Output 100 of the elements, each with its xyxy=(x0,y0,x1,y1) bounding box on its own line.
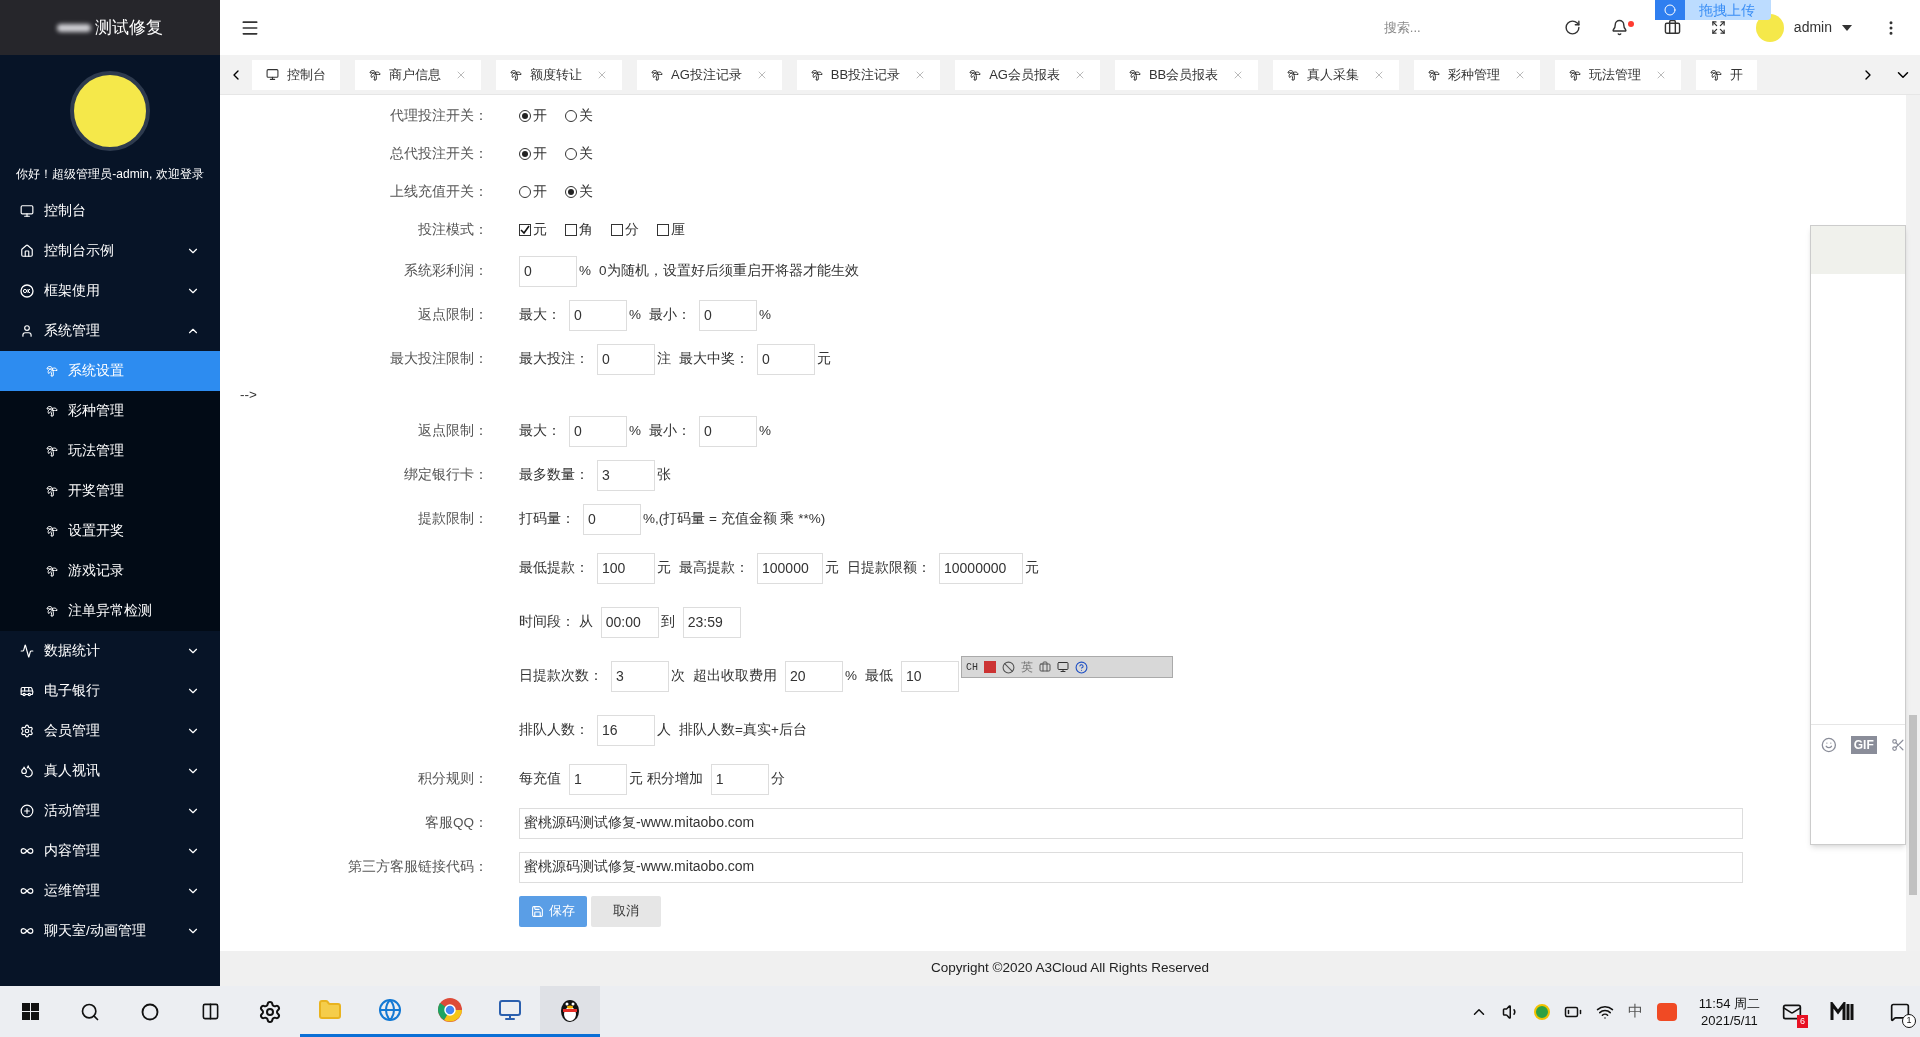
palm-icon xyxy=(1287,68,1300,81)
tab[interactable]: 玩法管理 xyxy=(1555,59,1682,90)
radio-option[interactable]: 开 xyxy=(519,181,547,203)
sogou-icon[interactable] xyxy=(1656,1002,1677,1021)
sidebar-item[interactable]: 聊天室/动画管理 xyxy=(0,911,220,951)
ime-indicator[interactable]: 中 xyxy=(1627,1000,1643,1023)
submenu-item[interactable]: 设置开奖 xyxy=(0,511,220,551)
submenu-item[interactable]: 开奖管理 xyxy=(0,471,220,511)
m-logo-icon[interactable] xyxy=(1830,1001,1856,1022)
radio-option[interactable]: 开 xyxy=(519,143,547,165)
input-field[interactable]: 3 xyxy=(611,660,669,692)
input-field[interactable]: 0 xyxy=(699,415,757,447)
notification-bell[interactable] xyxy=(1610,19,1634,36)
input-field[interactable]: 0 xyxy=(569,415,627,447)
radio-option[interactable]: 开 xyxy=(519,105,547,127)
fullscreen-icon[interactable] xyxy=(1710,20,1726,35)
input-field[interactable]: 0 xyxy=(757,343,815,375)
tab[interactable]: 商户信息 xyxy=(355,59,481,90)
radio-option[interactable]: 关 xyxy=(565,105,593,127)
tab[interactable]: 真人采集 xyxy=(1273,59,1400,90)
search-icon[interactable] xyxy=(80,1001,100,1022)
field-text: 张 xyxy=(657,465,671,484)
palm-icon xyxy=(46,565,58,577)
input-field[interactable]: 10000000 xyxy=(939,552,1023,584)
tab[interactable]: BB会员报表 xyxy=(1114,59,1259,90)
sidebar-item[interactable]: 系统管理 xyxy=(0,311,220,351)
checkbox-option[interactable]: 分 xyxy=(611,219,639,241)
sidebar-item[interactable]: 活动管理 xyxy=(0,791,220,831)
sidebar-item[interactable]: 运维管理 xyxy=(0,871,220,911)
field-text: 元 积分增加 xyxy=(629,769,703,788)
checkbox-option[interactable]: 厘 xyxy=(657,219,685,241)
scrollbar[interactable] xyxy=(1906,95,1920,951)
tab[interactable]: AG会员报表 xyxy=(955,59,1100,90)
tray-app-icon[interactable] xyxy=(1533,1003,1550,1020)
sidebar-item[interactable]: 会员管理 xyxy=(0,711,220,751)
input-field[interactable]: 蜜桃源码测试修复-www.mitaobo.com xyxy=(519,851,1743,883)
input-field[interactable]: 3 xyxy=(597,459,655,491)
sidebar-item[interactable]: 框架使用 xyxy=(0,271,220,311)
input-field[interactable]: 10 xyxy=(901,660,959,692)
sidebar-item[interactable]: 内容管理 xyxy=(0,831,220,871)
input-field[interactable]: 0 xyxy=(569,299,627,331)
browser-icon[interactable] xyxy=(437,997,463,1023)
input-field[interactable]: 16 xyxy=(597,714,655,746)
browser-icon[interactable] xyxy=(378,998,402,1022)
tab[interactable]: 彩种管理 xyxy=(1414,59,1541,90)
palm-icon xyxy=(510,68,522,81)
scroll-thumb[interactable] xyxy=(1909,715,1917,895)
monitor-icon xyxy=(266,68,279,81)
sidebar-item[interactable]: 数据统计 xyxy=(0,631,220,671)
tab[interactable]: 额度转让 xyxy=(496,59,622,90)
refresh-icon[interactable] xyxy=(1563,19,1581,36)
submenu-item[interactable]: 彩种管理 xyxy=(0,391,220,431)
screen-icon[interactable] xyxy=(1057,661,1070,673)
input-field[interactable]: 0 xyxy=(699,299,757,331)
input-field[interactable]: 1 xyxy=(569,763,627,795)
sidebar-item[interactable]: 控制台 xyxy=(0,191,220,231)
input-field[interactable]: 20 xyxy=(785,660,843,692)
sidebar-item[interactable]: 真人视讯 xyxy=(0,751,220,791)
input-field[interactable]: 23:59 xyxy=(682,606,741,638)
remote-desktop-icon[interactable] xyxy=(498,998,522,1022)
keyboard-icon[interactable] xyxy=(984,661,997,673)
field-label: 最大投注限制： xyxy=(390,349,488,368)
task-view-icon[interactable] xyxy=(200,1002,220,1021)
input-field[interactable]: 0 xyxy=(583,503,641,535)
submenu-item[interactable]: 玩法管理 xyxy=(0,431,220,471)
ime-mode-label[interactable]: CH xyxy=(966,659,979,675)
radio-option[interactable]: 关 xyxy=(565,143,593,165)
submenu-item[interactable]: 游戏记录 xyxy=(0,551,220,591)
user-name[interactable]: admin xyxy=(1793,17,1832,38)
field-text: 次 xyxy=(671,666,685,685)
help-icon[interactable] xyxy=(1075,660,1089,674)
input-field[interactable]: 蜜桃源码测试修复-www.mitaobo.com xyxy=(519,807,1743,839)
cortana-icon[interactable] xyxy=(141,1002,159,1021)
input-field[interactable]: 0 xyxy=(519,255,577,287)
radio-option[interactable]: 关 xyxy=(565,181,593,203)
checkbox-option[interactable]: 角 xyxy=(565,219,593,241)
tool-icon[interactable] xyxy=(1039,661,1052,673)
tab[interactable]: 控制台 xyxy=(252,59,340,90)
field-label: 总代投注开关： xyxy=(390,144,488,163)
action-center-icon[interactable] xyxy=(1890,1001,1910,1022)
tab[interactable]: AG投注记录 xyxy=(637,59,782,90)
sidebar-item[interactable]: 控制台示例 xyxy=(0,231,220,271)
cancel-button[interactable]: 取消 xyxy=(591,895,661,927)
sidebar-item[interactable]: 电子银行 xyxy=(0,671,220,711)
input-field[interactable]: 0 xyxy=(597,343,655,375)
palm-icon xyxy=(46,445,58,457)
ban-icon[interactable] xyxy=(1002,660,1016,674)
briefcase-icon[interactable] xyxy=(1663,19,1681,36)
clock[interactable]: 11:54 周二 2021/5/11 xyxy=(1690,994,1768,1029)
checkbox-option[interactable]: 元 xyxy=(519,219,547,241)
tab[interactable]: BB投注记录 xyxy=(796,59,941,90)
input-field[interactable]: 100 xyxy=(597,552,655,584)
input-field[interactable]: 00:00 xyxy=(600,606,659,638)
field-text: 时间段： 从 xyxy=(519,612,593,631)
input-field[interactable]: 1 xyxy=(710,763,769,795)
search-field[interactable]: 搜索... xyxy=(1383,17,1504,38)
submenu-item[interactable]: 注单异常检测 xyxy=(0,591,220,631)
penguin-icon[interactable] xyxy=(559,997,581,1023)
tab[interactable]: 开 xyxy=(1696,59,1758,90)
input-field[interactable]: 100000 xyxy=(757,552,823,584)
